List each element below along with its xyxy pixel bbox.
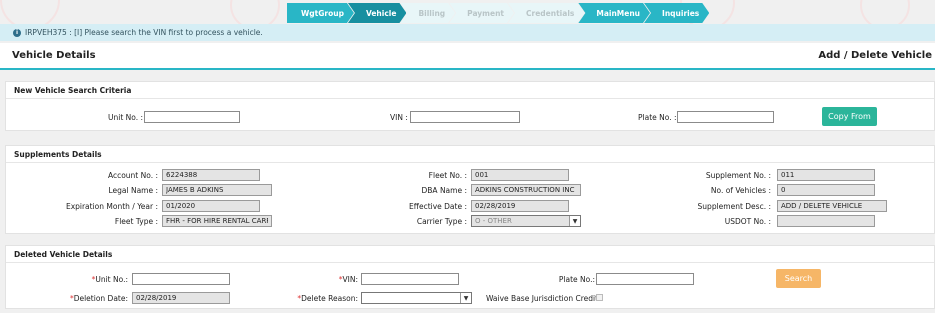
info-message-bar: i IRPVEH375 : [I] Please search the VIN … xyxy=(0,24,935,41)
num-vehicles-field xyxy=(777,184,875,196)
search-criteria-panel: New Vehicle Search Criteria Unit No. : V… xyxy=(5,81,935,131)
page-header: Vehicle Details Add / Delete Vehicle xyxy=(0,43,935,70)
deletion-date-field xyxy=(132,292,230,304)
panel-heading: Deleted Vehicle Details xyxy=(6,246,934,263)
step-mainmenu[interactable]: MainMenu xyxy=(578,3,650,23)
unit-no-label: Unit No. : xyxy=(108,113,144,122)
dba-name-field xyxy=(471,184,581,196)
del-vin-label: *VIN: xyxy=(338,275,358,284)
del-plate-no-input[interactable] xyxy=(596,273,694,285)
effective-date-field xyxy=(471,200,569,212)
chevron-down-icon: ▼ xyxy=(569,216,580,226)
legal-name-label: Legal Name : xyxy=(108,186,158,195)
fleet-no-label: Fleet No. : xyxy=(428,171,467,180)
account-no-label: Account No. : xyxy=(107,171,158,180)
deleted-vehicle-panel: Deleted Vehicle Details *Unit No.: *VIN:… xyxy=(5,245,935,309)
panel-heading: Supplements Details xyxy=(6,146,934,163)
info-message: IRPVEH375 : [I] Please search the VIN fi… xyxy=(25,28,263,37)
supplement-no-field xyxy=(777,169,875,181)
fleet-no-field xyxy=(471,169,569,181)
step-wgtgroup[interactable]: WgtGroup xyxy=(287,3,354,23)
waive-credit-checkbox[interactable] xyxy=(596,294,603,301)
unit-no-input[interactable] xyxy=(144,111,240,123)
carrier-type-select: O - OTHER ▼ xyxy=(471,215,581,227)
num-vehicles-label: No. of Vehicles : xyxy=(710,186,771,195)
account-no-field xyxy=(162,169,260,181)
plate-no-label: Plate No. : xyxy=(638,113,677,122)
carrier-type-value: O - OTHER xyxy=(475,217,512,225)
carrier-type-label: Carrier Type : xyxy=(416,217,467,226)
search-button[interactable]: Search xyxy=(776,269,821,288)
vin-label: VIN : xyxy=(390,113,408,122)
info-icon: i xyxy=(13,28,21,37)
fleet-type-label: Fleet Type : xyxy=(114,217,158,226)
delete-reason-label: *Delete Reason: xyxy=(297,294,358,303)
step-payment: Payment xyxy=(449,3,514,23)
panel-heading: New Vehicle Search Criteria xyxy=(6,82,934,99)
supplement-desc-field xyxy=(777,200,887,212)
del-plate-no-label: Plate No.: xyxy=(558,275,595,284)
delete-reason-select[interactable]: ▼ xyxy=(361,292,472,304)
effective-date-label: Effective Date : xyxy=(409,202,467,211)
deletion-date-label: *Deletion Date: xyxy=(69,294,128,303)
waive-credit-label: Waive Base Jurisdiction Credit: xyxy=(486,294,601,303)
fleet-type-field xyxy=(162,215,272,227)
step-inquiries[interactable]: Inquiries xyxy=(644,3,709,23)
supplement-desc-label: Supplement Desc. : xyxy=(697,202,771,211)
step-billing: Billing xyxy=(400,3,455,23)
del-vin-input[interactable] xyxy=(361,273,459,285)
expiration-label: Expiration Month / Year : xyxy=(65,202,158,211)
expiration-field xyxy=(162,200,260,212)
step-vehicle[interactable]: Vehicle xyxy=(348,3,407,23)
chevron-down-icon: ▼ xyxy=(460,293,471,303)
plate-no-input[interactable] xyxy=(677,111,774,123)
page-action-title: Add / Delete Vehicle xyxy=(818,50,932,61)
page-title: Vehicle Details xyxy=(12,50,96,61)
del-unit-no-input[interactable] xyxy=(132,273,230,285)
step-credentials: Credentials xyxy=(508,3,584,23)
wizard-steps: WgtGroup Vehicle Billing Payment Credent… xyxy=(287,3,703,23)
vin-input[interactable] xyxy=(410,111,520,123)
del-unit-no-label: *Unit No.: xyxy=(91,275,128,284)
legal-name-field xyxy=(162,184,272,196)
supplements-panel: Supplements Details Account No. : Legal … xyxy=(5,145,935,234)
usdot-no-label: USDOT No. : xyxy=(724,217,771,226)
supplement-no-label: Supplement No. : xyxy=(705,171,771,180)
copy-from-button[interactable]: Copy From xyxy=(822,107,877,126)
dba-name-label: DBA Name : xyxy=(421,186,467,195)
usdot-no-field xyxy=(777,215,875,227)
